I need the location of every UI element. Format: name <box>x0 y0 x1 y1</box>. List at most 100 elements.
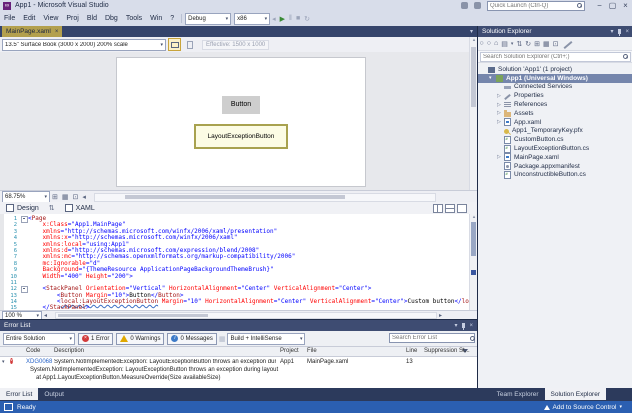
navigate-back-icon[interactable]: ◂ <box>270 15 278 23</box>
errors-filter-button[interactable]: × 1 Error <box>78 333 113 345</box>
tree-item-layoutexceptionbutton-cs[interactable]: LayoutExceptionButton.cs <box>478 144 632 153</box>
error-file[interactable]: MainPage.xaml <box>307 359 348 365</box>
messages-filter-button[interactable]: i 0 Messages <box>167 333 216 345</box>
tree-item-unconstructiblebutton-cs[interactable]: UnconstructibleButton.cs <box>478 171 632 180</box>
fold-toggle-icon[interactable] <box>20 286 28 292</box>
scroll-up-icon[interactable]: ▴ <box>473 214 476 220</box>
code-view-icon[interactable]: ⊡ <box>551 40 560 48</box>
refresh-icon[interactable]: ↻ <box>524 40 533 48</box>
user-account-icon[interactable] <box>474 2 481 9</box>
menu-view[interactable]: View <box>39 15 62 22</box>
error-code-link[interactable]: XDG0068 <box>26 359 52 365</box>
collapse-icon[interactable]: ▾ <box>489 75 496 81</box>
scroll-right-icon[interactable]: ▸ <box>437 312 444 319</box>
tab-team-explorer[interactable]: Team Explorer <box>491 388 545 400</box>
column-header-line[interactable]: Line <box>406 348 417 354</box>
snap-grid-icon[interactable]: ▦ <box>60 193 71 201</box>
tree-item-custombutton-cs[interactable]: CustomButton.cs <box>478 135 632 144</box>
column-header-project[interactable]: Project <box>280 348 299 354</box>
collapse-pane-icon[interactable] <box>457 204 467 213</box>
tree-item-app-xaml[interactable]: ▷App.xaml <box>478 118 632 127</box>
tab-xaml-view[interactable]: XAML <box>59 202 101 214</box>
tab-solution-explorer[interactable]: Solution Explorer <box>545 388 607 400</box>
portrait-orientation-button[interactable] <box>183 38 196 51</box>
tree-item-package-appxmanifest[interactable]: Package.appxmanifest <box>478 162 632 171</box>
menu-dbg[interactable]: Dbg <box>101 15 122 22</box>
switch-views-icon[interactable]: ▤ <box>500 40 510 48</box>
tree-item-assets[interactable]: ▷Assets <box>478 109 632 118</box>
platform-dropdown[interactable]: x86 ▾ <box>234 13 270 25</box>
editor-horizontal-scrollbar[interactable] <box>55 312 437 319</box>
tree-item-app1-temporarykey-pfx[interactable]: App1_TemporaryKey.pfx <box>478 127 632 136</box>
scroll-up-icon[interactable]: ▴ <box>473 37 476 43</box>
close-tab-icon[interactable]: × <box>55 29 59 35</box>
error-source-dropdown[interactable]: Build + IntelliSense ▾ <box>227 333 305 345</box>
debug-configuration-dropdown[interactable]: Debug ▾ <box>185 13 231 25</box>
menu-win[interactable]: Win <box>146 15 166 22</box>
scrollbar-thumb[interactable] <box>125 195 345 199</box>
menu-bld[interactable]: Bld <box>83 15 101 22</box>
window-position-icon[interactable]: ▾ <box>610 28 613 35</box>
quick-launch-input[interactable] <box>490 2 577 9</box>
design-canvas[interactable]: Button LayoutExceptionButton <box>116 57 366 187</box>
pin-icon[interactable] <box>462 323 465 328</box>
scroll-left-icon[interactable]: ◂ <box>42 312 49 319</box>
navigate-forward-icon[interactable]: ○ <box>485 40 492 47</box>
swap-panes-icon[interactable]: ⇅ <box>45 204 59 212</box>
error-list-header[interactable]: Error List ▾ × <box>0 320 477 331</box>
show-all-files-icon[interactable]: ▦ <box>541 40 551 48</box>
tree-item-solution-app1-1-project[interactable]: Solution 'App1' (1 project) <box>478 65 632 74</box>
tree-item-app1-universal-windows[interactable]: ▾App1 (Universal Windows) <box>478 74 632 83</box>
warnings-filter-button[interactable]: 0 Warnings <box>116 333 164 345</box>
column-header-file[interactable]: File <box>307 348 317 354</box>
collapse-all-icon[interactable]: ⊞ <box>533 40 542 48</box>
tree-item-connected-services[interactable]: Connected Services <box>478 83 632 92</box>
expand-icon[interactable]: ▷ <box>497 119 504 125</box>
fold-toggle-icon[interactable] <box>20 216 28 222</box>
source-control-button[interactable]: Add to Source Control ▾ <box>544 404 622 411</box>
expand-icon[interactable]: ▷ <box>497 102 504 108</box>
tree-item-properties[interactable]: ▷Properties <box>478 91 632 100</box>
xaml-editor[interactable]: 1<Page2 x:Class="App1.MainPage"3 xmlns="… <box>0 214 469 310</box>
tree-item-references[interactable]: ▷References <box>478 100 632 109</box>
error-description[interactable]: System.NotImplementedException: LayoutEx… <box>54 359 276 365</box>
feedback-icon[interactable] <box>461 2 468 9</box>
window-position-icon[interactable]: ▾ <box>454 322 457 329</box>
solution-explorer-header[interactable]: Solution Explorer ▾ × <box>478 26 632 37</box>
scroll-left-icon[interactable]: ◂ <box>80 193 88 201</box>
error-search-input[interactable] <box>392 335 470 342</box>
sync-active-document-icon[interactable]: ⇅ <box>515 40 524 48</box>
menu-edit[interactable]: Edit <box>19 15 39 22</box>
tab-design-view[interactable]: Design <box>0 202 45 214</box>
vertical-split-icon[interactable] <box>433 204 443 213</box>
designed-button[interactable]: Button <box>222 96 260 114</box>
scrollbar-thumb[interactable] <box>471 222 476 256</box>
tab-error-list[interactable]: Error List <box>0 388 38 400</box>
designed-layout-exception-button[interactable]: LayoutExceptionButton <box>194 124 288 149</box>
pin-icon[interactable] <box>618 29 621 34</box>
error-line[interactable]: 13 <box>406 359 413 365</box>
menu-tools[interactable]: Tools <box>122 15 146 22</box>
landscape-orientation-button[interactable] <box>168 38 181 51</box>
column-header-description[interactable]: Description <box>54 348 84 354</box>
close-button[interactable]: × <box>619 0 632 11</box>
expand-row-icon[interactable]: ▾ <box>2 359 5 365</box>
solution-search-input[interactable] <box>483 53 623 60</box>
menu-[interactable]: ? <box>166 15 178 22</box>
home-icon[interactable]: ⌂ <box>492 40 499 47</box>
column-header-code[interactable]: Code <box>26 348 40 354</box>
minimize-button[interactable]: − <box>593 0 606 11</box>
close-icon[interactable]: × <box>469 323 473 329</box>
menu-file[interactable]: File <box>0 15 19 22</box>
tab-output[interactable]: Output <box>38 388 70 400</box>
show-grid-icon[interactable]: ⊞ <box>50 193 60 201</box>
scrollbar-thumb[interactable] <box>471 47 476 107</box>
maximize-button[interactable]: ▢ <box>606 0 619 11</box>
expand-icon[interactable]: ▷ <box>497 154 504 160</box>
design-horizontal-scrollbar[interactable] <box>94 193 436 202</box>
expand-icon[interactable]: ▷ <box>497 110 504 116</box>
properties-icon[interactable] <box>563 41 572 49</box>
tree-item-mainpage-xaml[interactable]: ▷MainPage.xaml <box>478 153 632 162</box>
menu-proj[interactable]: Proj <box>62 15 82 22</box>
error-scope-dropdown[interactable]: Entire Solution ▾ <box>3 333 75 345</box>
